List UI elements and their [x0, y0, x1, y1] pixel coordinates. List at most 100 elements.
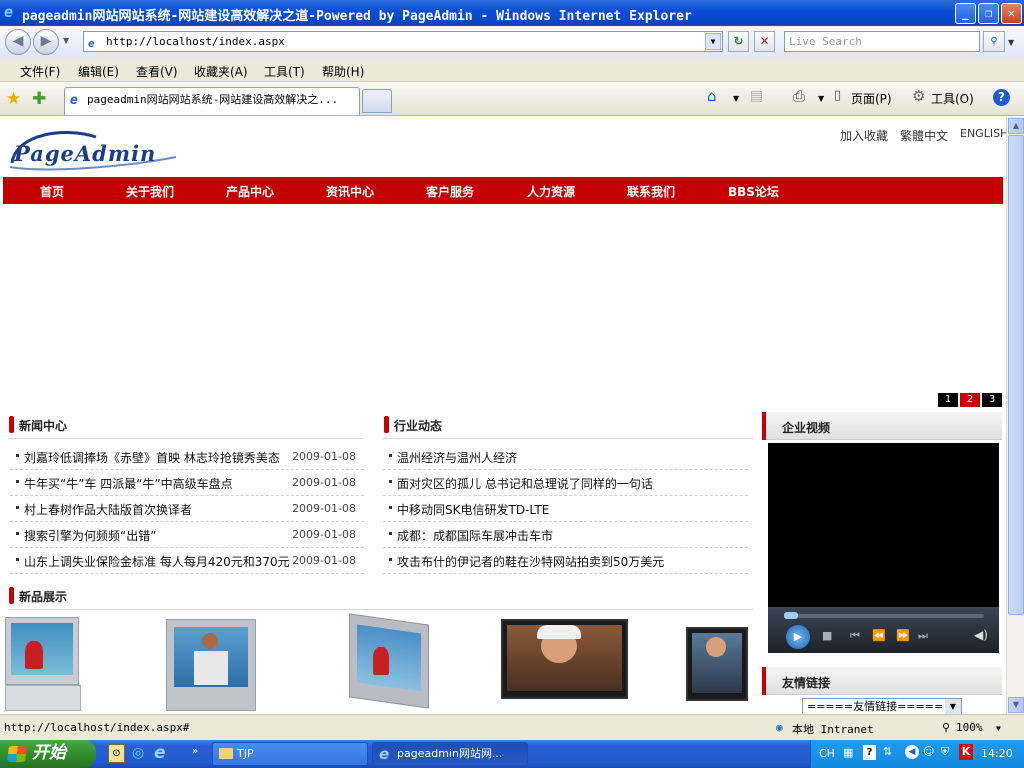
taskbar-item-ie[interactable]: e pageadmin网站网...	[372, 742, 528, 766]
industry-item[interactable]: 温州经济与温州人经济	[383, 444, 748, 470]
links-select[interactable]: =====友情链接===== ▼	[802, 698, 962, 714]
industry-item-title[interactable]: 中移动同SK电信研发TD-LTE	[397, 501, 549, 518]
product-tile[interactable]	[501, 617, 629, 701]
english-link[interactable]: ENGLISH	[960, 127, 1006, 140]
news-item[interactable]: 山东上调失业保险金标准 每人每月420元和370元 2009-01-08	[10, 548, 364, 574]
feeds-icon[interactable]: ▤	[750, 88, 763, 104]
nav-contact[interactable]: 联系我们	[627, 183, 675, 200]
previous-icon[interactable]: ⏮	[850, 629, 860, 643]
industry-item-title[interactable]: 温州经济与温州人经济	[397, 449, 517, 466]
news-item[interactable]: 村上春树作品大陆版首次换译者 2009-01-08	[10, 496, 364, 522]
minimize-button[interactable]: _	[955, 3, 976, 24]
menu-help[interactable]: 帮助(H)	[322, 63, 364, 80]
restore-button[interactable]: ❐	[978, 3, 999, 24]
banner-page-1[interactable]: 1	[938, 393, 958, 407]
news-item-title[interactable]: 村上春树作品大陆版首次换译者	[24, 501, 192, 518]
banner-page-3[interactable]: 3	[982, 393, 1002, 407]
help-icon[interactable]: ?	[993, 89, 1010, 106]
menu-file[interactable]: 文件(F)	[20, 63, 60, 80]
quicklaunch-app-icon[interactable]: ⊙	[108, 744, 125, 763]
menu-tools[interactable]: 工具(T)	[264, 63, 305, 80]
keyboard-icon[interactable]: ▦	[843, 746, 853, 759]
play-icon[interactable]: ▶	[786, 625, 810, 649]
nav-about[interactable]: 关于我们	[126, 183, 174, 200]
print-dropdown-icon[interactable]: ▼	[818, 94, 824, 103]
stop-icon[interactable]: ■	[822, 629, 832, 642]
security-zone[interactable]: 本地 Intranet	[792, 721, 874, 737]
scroll-up-icon[interactable]: ▲	[1008, 118, 1024, 134]
seek-thumb[interactable]	[784, 612, 798, 619]
zoom-dropdown-icon[interactable]: ▼	[996, 724, 1001, 733]
zoom-level[interactable]: 100%	[956, 721, 983, 734]
language-indicator[interactable]: CH	[819, 747, 835, 760]
tab-active[interactable]: e pageadmin网站网站系统-网站建设高效解决之...	[64, 87, 360, 115]
product-tile[interactable]	[5, 617, 81, 714]
industry-item[interactable]: 中移动同SK电信研发TD-LTE	[383, 496, 748, 522]
news-item[interactable]: 牛年买“牛”车 四派最“牛”中高级车盘点 2009-01-08	[10, 470, 364, 496]
news-item-title[interactable]: 牛年买“牛”车 四派最“牛”中高级车盘点	[24, 475, 233, 492]
search-input[interactable]: Live Search	[784, 31, 980, 52]
nav-bbs[interactable]: BBS论坛	[728, 183, 779, 200]
site-logo[interactable]: PageAdmin	[6, 123, 186, 175]
history-dropdown-icon[interactable]: ▼	[63, 36, 69, 45]
menu-favorites[interactable]: 收藏夹(A)	[194, 63, 248, 80]
print-icon[interactable]: ⎙	[793, 87, 805, 105]
nav-service[interactable]: 客户服务	[426, 183, 474, 200]
select-arrow-icon[interactable]: ▼	[945, 699, 961, 714]
fast-forward-icon[interactable]: ⏩	[896, 629, 910, 642]
news-title[interactable]: 新闻中心	[19, 417, 67, 434]
close-button[interactable]: ✕	[1001, 3, 1022, 24]
users-icon[interactable]: ☺	[923, 745, 934, 758]
scroll-down-icon[interactable]: ▼	[1008, 697, 1024, 713]
add-favorite-icon[interactable]: ✚	[32, 89, 46, 109]
search-go-button[interactable]: ⚲	[983, 31, 1005, 52]
next-icon[interactable]: ⏭	[918, 629, 928, 643]
favorites-star-icon[interactable]: ★	[6, 89, 21, 109]
volume-icon[interactable]: ◀)	[974, 628, 988, 642]
news-item[interactable]: 刘嘉玲低调捧场《赤壁》首映 林志玲抢镜秀美态 2009-01-08	[10, 444, 364, 470]
industry-item[interactable]: 面对灾区的孤儿 总书记和总理说了同样的一句话	[383, 470, 748, 496]
address-dropdown-icon[interactable]: ▼	[705, 33, 721, 50]
new-tab-button[interactable]	[362, 89, 392, 113]
add-favorites-link[interactable]: 加入收藏	[840, 127, 888, 144]
industry-item-title[interactable]: 成都：成都国际车展冲击车市	[397, 527, 553, 544]
home-icon[interactable]: ⌂	[707, 87, 717, 105]
stop-button[interactable]: ✕	[754, 31, 775, 52]
help-tray-icon[interactable]: ?	[863, 745, 876, 760]
clock[interactable]: 14:20	[981, 747, 1013, 760]
links-title[interactable]: 友情链接	[782, 674, 830, 691]
home-dropdown-icon[interactable]: ▼	[733, 94, 739, 103]
address-input[interactable]: e http://localhost/index.aspx ▼	[83, 31, 723, 52]
vertical-scrollbar[interactable]: ▲ ▼	[1006, 117, 1024, 714]
quicklaunch-media-icon[interactable]: ◎	[132, 745, 144, 761]
product-tile[interactable]	[166, 617, 258, 714]
product-tile[interactable]	[686, 617, 750, 707]
page-menu[interactable]: 页面(P)	[851, 90, 892, 107]
industry-item[interactable]: 成都：成都国际车展冲击车市	[383, 522, 748, 548]
start-button[interactable]: 开始	[0, 740, 96, 768]
search-options-icon[interactable]: ▼	[1008, 38, 1014, 47]
news-item-title[interactable]: 刘嘉玲低调捧场《赤壁》首映 林志玲抢镜秀美态	[24, 449, 280, 466]
forward-button[interactable]: ▶	[33, 29, 59, 55]
menu-view[interactable]: 查看(V)	[136, 63, 178, 80]
news-item-title[interactable]: 搜索引擎为何频频“出错”	[24, 527, 156, 544]
industry-item-title[interactable]: 面对灾区的孤儿 总书记和总理说了同样的一句话	[397, 475, 653, 492]
security-shield-icon[interactable]: ⛨	[941, 745, 949, 759]
scroll-thumb[interactable]	[1008, 135, 1024, 615]
quicklaunch-more-icon[interactable]: »	[192, 746, 198, 757]
network-icon[interactable]: ⇅	[883, 745, 892, 758]
industry-title[interactable]: 行业动态	[394, 417, 442, 434]
quicklaunch-ie-icon[interactable]: e	[154, 743, 166, 763]
antivirus-icon[interactable]: K	[959, 744, 973, 760]
product-tile[interactable]	[347, 613, 431, 714]
news-item-title[interactable]: 山东上调失业保险金标准 每人每月420元和370元	[24, 553, 290, 570]
news-item[interactable]: 搜索引擎为何频频“出错” 2009-01-08	[10, 522, 364, 548]
seek-bar[interactable]	[784, 614, 984, 618]
taskbar-item-folder[interactable]: TJP	[212, 742, 368, 766]
traditional-chinese-link[interactable]: 繁體中文	[900, 127, 948, 144]
products-title[interactable]: 新品展示	[19, 588, 67, 605]
rewind-icon[interactable]: ⏪	[872, 629, 886, 642]
nav-hr[interactable]: 人力资源	[527, 183, 575, 200]
refresh-button[interactable]: ↻	[728, 31, 749, 52]
nav-home[interactable]: 首页	[40, 183, 64, 200]
